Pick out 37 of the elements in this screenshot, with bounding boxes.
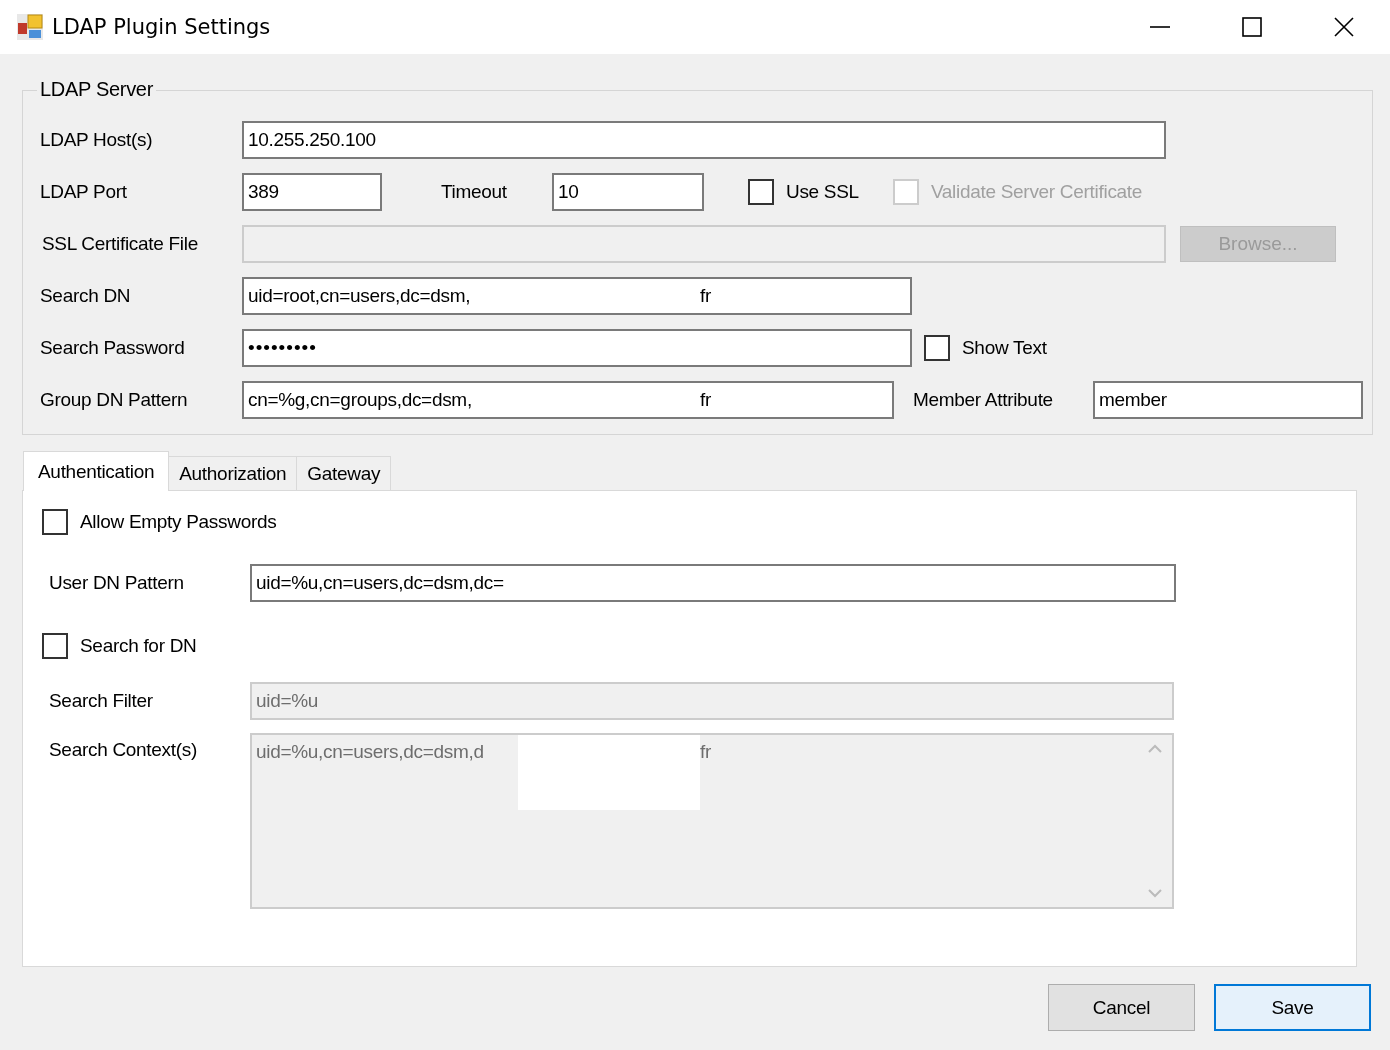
checkbox[interactable] <box>748 179 774 205</box>
checkbox-label: Validate Server Certificate <box>930 181 1143 203</box>
cancel-button[interactable]: Cancel <box>1048 984 1195 1031</box>
checkbox-label: Allow Empty Passwords <box>80 511 277 533</box>
text-field[interactable]: uid=%u,cn=users,dc=dsm,dc= <box>250 564 1176 602</box>
checkbox[interactable] <box>42 633 68 659</box>
text-field[interactable]: 10.255.250.100 <box>242 121 1166 159</box>
field-label: SSL Certificate File <box>42 233 199 255</box>
text-field[interactable]: 389 <box>242 173 382 211</box>
text-field[interactable]: 10 <box>552 173 704 211</box>
text-field[interactable]: uid=root,cn=users,dc=dsm, fr <box>242 277 912 315</box>
text-field[interactable]: cn=%g,cn=groups,dc=dsm, fr <box>242 381 894 419</box>
close-icon <box>1333 16 1355 38</box>
field-label: Group DN Pattern <box>40 389 189 411</box>
maximize-icon <box>1241 16 1263 38</box>
field-label: Timeout <box>441 181 508 203</box>
field-label: Search Password <box>40 337 186 359</box>
checkbox-label: Search for DN <box>80 635 197 657</box>
field-label: Search Context(s) <box>49 738 198 761</box>
text-field[interactable]: member <box>1093 381 1363 419</box>
field-label: LDAP Port <box>40 181 128 203</box>
app-icon <box>16 13 44 41</box>
checkbox-label: Use SSL <box>786 181 859 203</box>
password-field[interactable]: ••••••••• <box>242 329 912 367</box>
tab[interactable]: Authentication <box>23 451 170 491</box>
checkbox-label: Show Text <box>962 337 1047 359</box>
field-label: Search Filter <box>49 690 154 712</box>
field-label: User DN Pattern <box>49 572 185 594</box>
field-label: Search DN <box>40 285 132 307</box>
save-button[interactable]: Save <box>1214 984 1371 1031</box>
minimize-icon <box>1149 26 1171 28</box>
window-title: LDAP Plugin Settings <box>52 15 272 39</box>
field-label: Member Attribute <box>913 389 1054 411</box>
field-label: LDAP Host(s) <box>40 129 154 151</box>
checkbox[interactable] <box>924 335 950 361</box>
checkbox[interactable] <box>42 509 68 535</box>
tab[interactable]: Gateway <box>296 456 392 490</box>
